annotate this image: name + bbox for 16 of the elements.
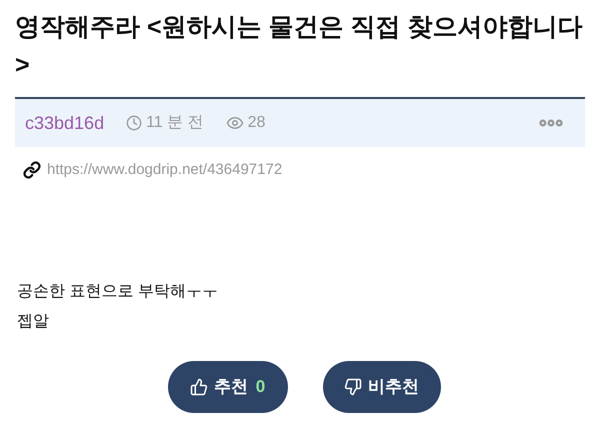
clock-icon <box>126 115 142 131</box>
author-name[interactable]: c33bd16d <box>25 110 104 136</box>
eye-icon <box>226 114 244 132</box>
body-text: 젭알 <box>17 312 50 332</box>
post-title: 영작해주라 <원하시는 물건은 직접 찾으셔야합니다> <box>15 12 584 81</box>
post-time: 11 분 전 <box>146 113 204 133</box>
downvote-label: 비추천 <box>368 376 419 398</box>
upvote-count: 0 <box>256 376 266 398</box>
link-icon <box>23 161 41 180</box>
body-text: 공손한 표현으로 부탁해ㅜㅜ <box>17 282 219 302</box>
downvote-button[interactable]: 비추천 <box>322 360 440 412</box>
upvote-button[interactable]: 추천 0 <box>168 360 288 412</box>
view-count: 28 <box>248 113 266 133</box>
thumbs-up-icon <box>190 378 208 396</box>
thumbs-down-icon <box>344 378 362 396</box>
upvote-label: 추천 <box>214 376 248 398</box>
